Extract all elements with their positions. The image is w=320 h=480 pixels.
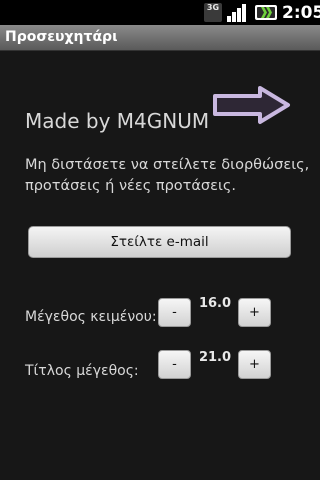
signal-icon [227,4,246,22]
text-size-increase-button[interactable]: + [238,298,271,327]
text-size-label: Μέγεθος κειμένου: [25,309,157,325]
battery-icon [255,5,277,20]
made-by-text: Made by M4GNUM [25,109,210,133]
status-time: 2:05 [282,3,320,23]
title-size-label: Τίτλος μέγεθος: [25,363,139,379]
title-bar: Προσευχητάρι [0,25,320,51]
app-title: Προσευχητάρι [5,29,118,45]
title-size-value: 21.0 [198,350,232,365]
text-size-decrease-button[interactable]: - [158,298,191,327]
network-type: 3G [206,3,220,12]
send-email-button[interactable]: Στείλτε e-mail [28,226,291,258]
feedback-message: Μη διστάσετε να στείλετε διορθώσεις, προ… [25,157,310,194]
3g-icon: 3G [204,3,222,22]
text-size-value: 16.0 [198,296,232,311]
arrow-right-icon [213,86,290,124]
title-size-increase-button[interactable]: + [238,350,271,379]
status-bar: 3G 2:05 [0,0,320,25]
title-size-decrease-button[interactable]: - [158,350,191,379]
